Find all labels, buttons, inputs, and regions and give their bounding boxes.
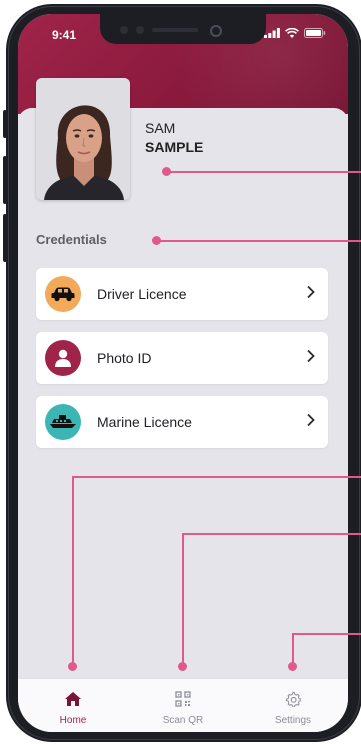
chevron-right-icon <box>307 349 315 363</box>
sensor-dot <box>136 26 144 34</box>
callout-line <box>292 633 361 635</box>
credential-photo-id[interactable]: Photo ID <box>36 332 328 384</box>
notch <box>100 14 266 44</box>
profile-photo <box>36 78 130 200</box>
status-time: 9:41 <box>52 28 77 42</box>
tab-label: Scan QR <box>162 715 204 726</box>
credential-label: Photo ID <box>97 350 152 366</box>
sensor-dot <box>120 26 128 34</box>
tab-label: Settings <box>274 715 312 726</box>
tab-label: Home <box>59 715 87 726</box>
callout-line <box>157 240 361 242</box>
home-icon <box>65 692 81 706</box>
boat-icon <box>45 404 81 440</box>
gear-icon <box>285 691 301 707</box>
callout-line <box>182 533 361 535</box>
callout-line <box>72 476 361 478</box>
credentials-heading: Credentials <box>36 232 107 247</box>
wifi-icon <box>285 28 299 38</box>
car-icon <box>45 276 81 312</box>
qr-icon <box>175 691 191 707</box>
battery-icon <box>304 28 326 38</box>
credential-driver-licence[interactable]: Driver Licence <box>36 268 328 320</box>
tab-settings[interactable]: Settings <box>238 679 348 732</box>
tab-scan-qr[interactable]: Scan QR <box>128 679 238 732</box>
last-name: SAMPLE <box>145 139 204 155</box>
front-camera <box>210 25 222 37</box>
status-icons <box>264 28 326 38</box>
speaker-grille <box>152 28 198 32</box>
credential-label: Driver Licence <box>97 286 187 302</box>
callout-line <box>72 476 74 666</box>
mute-switch <box>3 110 7 138</box>
callout-dot <box>68 662 77 671</box>
volume-down-button <box>3 214 7 262</box>
tab-home[interactable]: Home <box>18 679 128 732</box>
first-name: SAM <box>145 120 176 136</box>
tab-bar: Home Scan QR Settings <box>18 678 348 732</box>
volume-up-button <box>3 156 7 204</box>
callout-line <box>167 171 361 173</box>
chevron-right-icon <box>307 413 315 427</box>
callout-dot <box>288 662 297 671</box>
chevron-right-icon <box>307 285 315 299</box>
credential-label: Marine Licence <box>97 414 192 430</box>
signal-icon <box>264 28 280 38</box>
credential-marine-licence[interactable]: Marine Licence <box>36 396 328 448</box>
callout-dot <box>178 662 187 671</box>
callout-line <box>182 533 184 666</box>
person-icon <box>45 340 81 376</box>
portrait-image <box>36 78 130 200</box>
